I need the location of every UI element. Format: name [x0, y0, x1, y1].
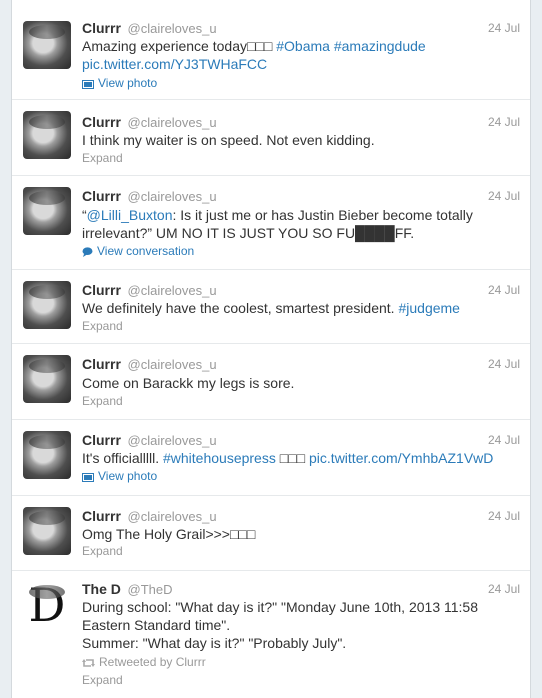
action-label: View conversation [97, 244, 195, 258]
expand-button[interactable]: Expand [82, 151, 123, 166]
text-span: Amazing experience today□□□ [82, 38, 277, 54]
tweet-text: During school: "What day is it?" "Monday… [82, 598, 522, 652]
tweet[interactable]: Clurrr @claireloves_u 24 Jul It's offici… [12, 420, 530, 496]
tweet-date[interactable]: 24 Jul [488, 581, 520, 597]
tweet-text: It's officialllll. #whitehousepress □□□ … [82, 449, 522, 467]
tweet-date[interactable]: 24 Jul [488, 508, 520, 524]
tweet[interactable]: Clurrr @claireloves_u 24 Jul “@Lilli_Bux… [12, 176, 530, 270]
retweeted-by[interactable]: Retweeted by Clurrr [82, 655, 206, 669]
avatar[interactable] [23, 111, 71, 159]
action-label: View photo [98, 76, 158, 90]
avatar[interactable] [23, 281, 71, 329]
avatar[interactable] [23, 187, 71, 235]
avatar-letter: D [28, 581, 66, 629]
avatar[interactable] [23, 507, 71, 555]
tweet[interactable]: Clurrr @claireloves_u 24 Jul Come on Bar… [12, 344, 530, 420]
hashtag-link[interactable]: #judgeme [398, 300, 460, 316]
tweet[interactable]: Clurrr @claireloves_u 24 Jul Amazing exp… [12, 0, 530, 100]
tweet-date[interactable]: 24 Jul [488, 432, 520, 448]
user-name[interactable]: Clurrr [82, 114, 121, 130]
tweet-text: Amazing experience today□□□ #Obama #amaz… [82, 37, 522, 73]
text-span: We definitely have the coolest, smartest… [82, 300, 399, 316]
avatar[interactable] [23, 21, 71, 69]
user-handle[interactable]: @claireloves_u [128, 283, 217, 298]
timeline: Clurrr @claireloves_u 24 Jul Amazing exp… [11, 0, 531, 698]
user-handle[interactable]: @claireloves_u [128, 509, 217, 524]
photo-link[interactable]: pic.twitter.com/YJ3TWHaFCC [82, 56, 267, 72]
avatar[interactable] [23, 431, 71, 479]
action-label: View photo [98, 469, 158, 483]
hashtag-link[interactable]: #amazingdude [334, 38, 426, 54]
user-handle[interactable]: @claireloves_u [128, 189, 217, 204]
tweet[interactable]: Clurrr @claireloves_u 24 Jul Omg The Hol… [12, 496, 530, 571]
user-name[interactable]: Clurrr [82, 432, 121, 448]
avatar[interactable]: D [23, 581, 71, 629]
expand-button[interactable]: Expand [82, 394, 123, 409]
view-photo-button[interactable]: View photo [82, 469, 157, 484]
text-span: □□□ [275, 450, 310, 466]
tweet[interactable]: D The D @TheD 24 Jul During school: "Wha… [12, 571, 530, 698]
photo-icon [82, 473, 94, 482]
user-name[interactable]: Clurrr [82, 188, 121, 204]
tweet-text: Come on Barackk my legs is sore. [82, 374, 522, 392]
hashtag-link[interactable]: #whitehousepress [163, 450, 276, 466]
tweet[interactable]: Clurrr @claireloves_u 24 Jul We definite… [12, 270, 530, 344]
text-span: I think my waiter is on speed. Not even … [82, 132, 375, 148]
photo-icon [82, 80, 94, 89]
mention-link[interactable]: @Lilli_Buxton [87, 207, 173, 223]
tweet-date[interactable]: 24 Jul [488, 282, 520, 298]
user-handle[interactable]: @TheD [128, 582, 173, 597]
user-handle[interactable]: @claireloves_u [128, 357, 217, 372]
expand-button[interactable]: Expand [82, 544, 123, 559]
user-handle[interactable]: @claireloves_u [128, 115, 217, 130]
user-name[interactable]: Clurrr [82, 20, 121, 36]
tweet-text: “@Lilli_Buxton: Is it just me or has Jus… [82, 206, 522, 242]
tweet-text: Omg The Holy Grail>>>□□□ [82, 525, 522, 543]
tweet-date[interactable]: 24 Jul [488, 114, 520, 130]
tweet-date[interactable]: 24 Jul [488, 20, 520, 36]
expand-button[interactable]: Expand [82, 673, 123, 688]
user-name[interactable]: Clurrr [82, 356, 121, 372]
text-span: It's officialllll. [82, 450, 163, 466]
tweet-date[interactable]: 24 Jul [488, 356, 520, 372]
text-span: Omg The Holy Grail>>>□□□ [82, 526, 256, 542]
text-line: Summer: "What day is it?" "Probably July… [82, 635, 347, 651]
hashtag-link[interactable]: #Obama [276, 38, 330, 54]
view-photo-button[interactable]: View photo [82, 76, 157, 91]
retweeted-by-label: Retweeted by Clurrr [99, 655, 206, 669]
user-name[interactable]: Clurrr [82, 508, 121, 524]
avatar[interactable] [23, 355, 71, 403]
photo-link[interactable]: pic.twitter.com/YmhbAZ1VwD [309, 450, 493, 466]
view-conversation-button[interactable]: View conversation [82, 244, 194, 259]
tweet[interactable]: Clurrr @claireloves_u 24 Jul I think my … [12, 100, 530, 176]
retweet-icon [82, 659, 95, 667]
tweet-text: I think my waiter is on speed. Not even … [82, 131, 522, 149]
tweet-text: We definitely have the coolest, smartest… [82, 299, 522, 317]
user-handle[interactable]: @claireloves_u [128, 21, 217, 36]
user-handle[interactable]: @claireloves_u [128, 433, 217, 448]
user-name[interactable]: The D [82, 581, 121, 597]
text-span: Come on Barackk my legs is sore. [82, 375, 295, 391]
text-line: During school: "What day is it?" "Monday… [82, 599, 478, 633]
tweet-date[interactable]: 24 Jul [488, 188, 520, 204]
expand-button[interactable]: Expand [82, 319, 123, 334]
speech-bubble-icon [82, 247, 93, 257]
user-name[interactable]: Clurrr [82, 282, 121, 298]
